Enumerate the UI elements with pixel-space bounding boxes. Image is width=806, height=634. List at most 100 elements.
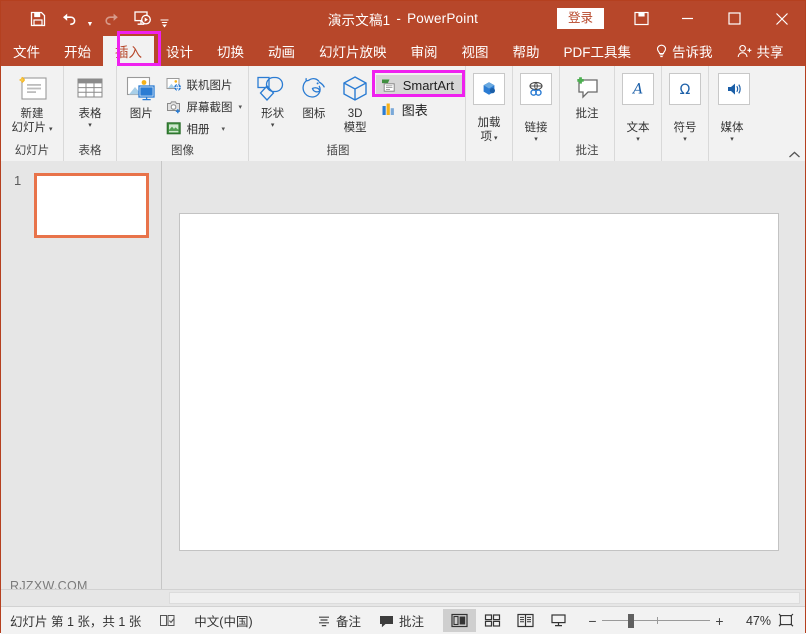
ribbon: 新建幻灯片▾ 幻灯片 表格 ▾ 图像 表格: [1, 66, 805, 162]
tab-pdf-tools[interactable]: PDF工具集: [552, 36, 644, 66]
slide-sorter-view-button[interactable]: [476, 609, 509, 632]
powerpoint-window: ▼ 演示文稿1 - PowerPoint 登录: [0, 0, 806, 633]
zoom-slider[interactable]: [602, 614, 710, 628]
tab-tell-me[interactable]: 告诉我: [643, 36, 725, 66]
photo-album-button[interactable]: 相册 ▾: [162, 118, 245, 139]
pictures-label: 图片: [130, 107, 153, 121]
media-caret-icon[interactable]: ▾: [730, 136, 734, 144]
link-button[interactable]: [516, 70, 556, 105]
smartart-button[interactable]: SmartArt: [376, 75, 462, 96]
omega-icon-box: Ω: [669, 73, 701, 105]
collapse-ribbon-icon[interactable]: [788, 150, 801, 160]
media-icon-box: [718, 73, 750, 105]
title-separator: -: [396, 11, 401, 26]
tab-help[interactable]: 帮助: [501, 36, 552, 66]
text-caret-icon[interactable]: ▾: [636, 136, 640, 144]
3d-model-icon: [340, 73, 370, 105]
tab-review[interactable]: 审阅: [399, 36, 450, 66]
pictures-icon: [125, 73, 157, 105]
notes-label: 备注: [336, 611, 361, 630]
close-icon[interactable]: [758, 1, 805, 36]
slide-editing-area[interactable]: [162, 161, 805, 589]
shapes-caret-icon[interactable]: ▾: [271, 122, 275, 130]
normal-view-button[interactable]: [443, 609, 476, 632]
new-slide-caret-icon[interactable]: ▾: [49, 126, 53, 133]
table-button[interactable]: 表格 ▾: [67, 70, 113, 130]
tab-slideshow[interactable]: 幻灯片放映: [307, 36, 399, 66]
save-icon[interactable]: [23, 5, 53, 32]
undo-icon[interactable]: [53, 5, 83, 32]
slide-thumbnail-pane[interactable]: 1 RJZXW.COM: [1, 161, 162, 589]
symbols-label-wrap: 符号 ▾: [662, 119, 708, 144]
screenshot-caret-icon[interactable]: ▾: [238, 103, 242, 111]
redo-icon[interactable]: [97, 5, 127, 32]
icons-button[interactable]: 图标: [293, 70, 334, 121]
tab-home[interactable]: 开始: [52, 36, 103, 66]
zoom-percent-label[interactable]: 47%: [729, 614, 771, 628]
zoom-in-button[interactable]: +: [710, 613, 729, 629]
zoom-out-button[interactable]: −: [583, 613, 602, 629]
shapes-button[interactable]: 形状 ▾: [252, 70, 293, 130]
zoom-slider-thumb[interactable]: [628, 614, 634, 628]
reading-view-button[interactable]: [509, 609, 542, 632]
ribbon-group-tables: 表格 ▾ 图像 表格: [64, 66, 117, 161]
language-status[interactable]: 中文(中国): [185, 607, 261, 634]
tab-transitions[interactable]: 切换: [205, 36, 256, 66]
symbols-button[interactable]: Ω: [665, 70, 705, 105]
addins-caret-icon[interactable]: ▾: [494, 135, 498, 142]
quick-access-toolbar: ▼: [1, 1, 171, 36]
fit-slide-to-window-button[interactable]: [771, 613, 801, 628]
tab-view[interactable]: 视图: [450, 36, 501, 66]
tab-animations[interactable]: 动画: [256, 36, 307, 66]
horizontal-scrollbar[interactable]: [169, 592, 800, 604]
undo-dropdown-icon[interactable]: ▼: [83, 1, 97, 36]
chart-button[interactable]: 图表: [376, 100, 462, 119]
tab-share[interactable]: 共享: [725, 36, 796, 66]
minimize-icon[interactable]: [664, 1, 711, 36]
workspace: 1 RJZXW.COM: [1, 161, 805, 589]
comments-button[interactable]: 批注: [370, 607, 433, 634]
link-caret-icon[interactable]: ▾: [534, 136, 538, 144]
symbols-caret-icon[interactable]: ▾: [683, 136, 687, 144]
slide-canvas[interactable]: [179, 213, 779, 551]
comment-button[interactable]: 批注: [563, 70, 611, 121]
tab-insert[interactable]: 插入: [103, 36, 154, 66]
ribbon-group-comments: 批注 批注: [560, 66, 615, 161]
table-caret-icon[interactable]: ▾: [88, 122, 92, 130]
3d-model-button[interactable]: 3D模型: [334, 70, 375, 135]
new-comment-icon: [572, 73, 602, 105]
view-buttons: [433, 607, 579, 634]
tab-file[interactable]: 文件: [1, 36, 52, 66]
customize-quick-access-toolbar-icon[interactable]: [157, 1, 171, 36]
ribbon-group-media: 媒体 ▾: [709, 66, 805, 161]
document-title: 演示文稿1: [328, 9, 391, 29]
ribbon-display-options-icon[interactable]: [618, 1, 664, 36]
icons-label: 图标: [302, 107, 325, 121]
addins-button[interactable]: [469, 70, 509, 105]
zoom-slider-track: [602, 620, 710, 621]
tab-design[interactable]: 设计: [154, 36, 205, 66]
slideshow-view-button[interactable]: [542, 609, 575, 632]
media-button[interactable]: [712, 70, 756, 105]
ribbon-group-images: 图片 联机图片 屏幕截图 ▾: [117, 66, 249, 161]
text-button[interactable]: A: [618, 70, 658, 105]
sign-in-button[interactable]: 登录: [557, 8, 604, 29]
screenshot-button[interactable]: 屏幕截图 ▾: [162, 96, 245, 117]
slide-thumbnail-1[interactable]: [34, 173, 149, 238]
slide-count-status[interactable]: 幻灯片 第 1 张，共 1 张: [1, 607, 150, 634]
tab-tell-me-label: 告诉我: [672, 41, 713, 61]
photo-album-caret-icon[interactable]: ▾: [221, 125, 225, 133]
text-label-wrap: 文本 ▾: [615, 119, 661, 144]
maximize-icon[interactable]: [711, 1, 758, 36]
pictures-button[interactable]: 图片: [120, 70, 162, 121]
online-pictures-button[interactable]: 联机图片: [162, 74, 245, 95]
images-small-buttons: 联机图片 屏幕截图 ▾ 相册 ▾: [162, 70, 245, 139]
notes-button[interactable]: 备注: [308, 607, 370, 634]
start-from-beginning-icon[interactable]: [127, 5, 157, 32]
ribbon-group-label-table: 表格: [64, 144, 116, 161]
media-icon: [718, 73, 750, 105]
ribbon-group-slides: 新建幻灯片▾ 幻灯片: [1, 66, 64, 161]
new-slide-button[interactable]: 新建幻灯片▾: [4, 70, 60, 135]
spelling-check-status[interactable]: [150, 607, 185, 634]
link-icon: [520, 73, 552, 105]
